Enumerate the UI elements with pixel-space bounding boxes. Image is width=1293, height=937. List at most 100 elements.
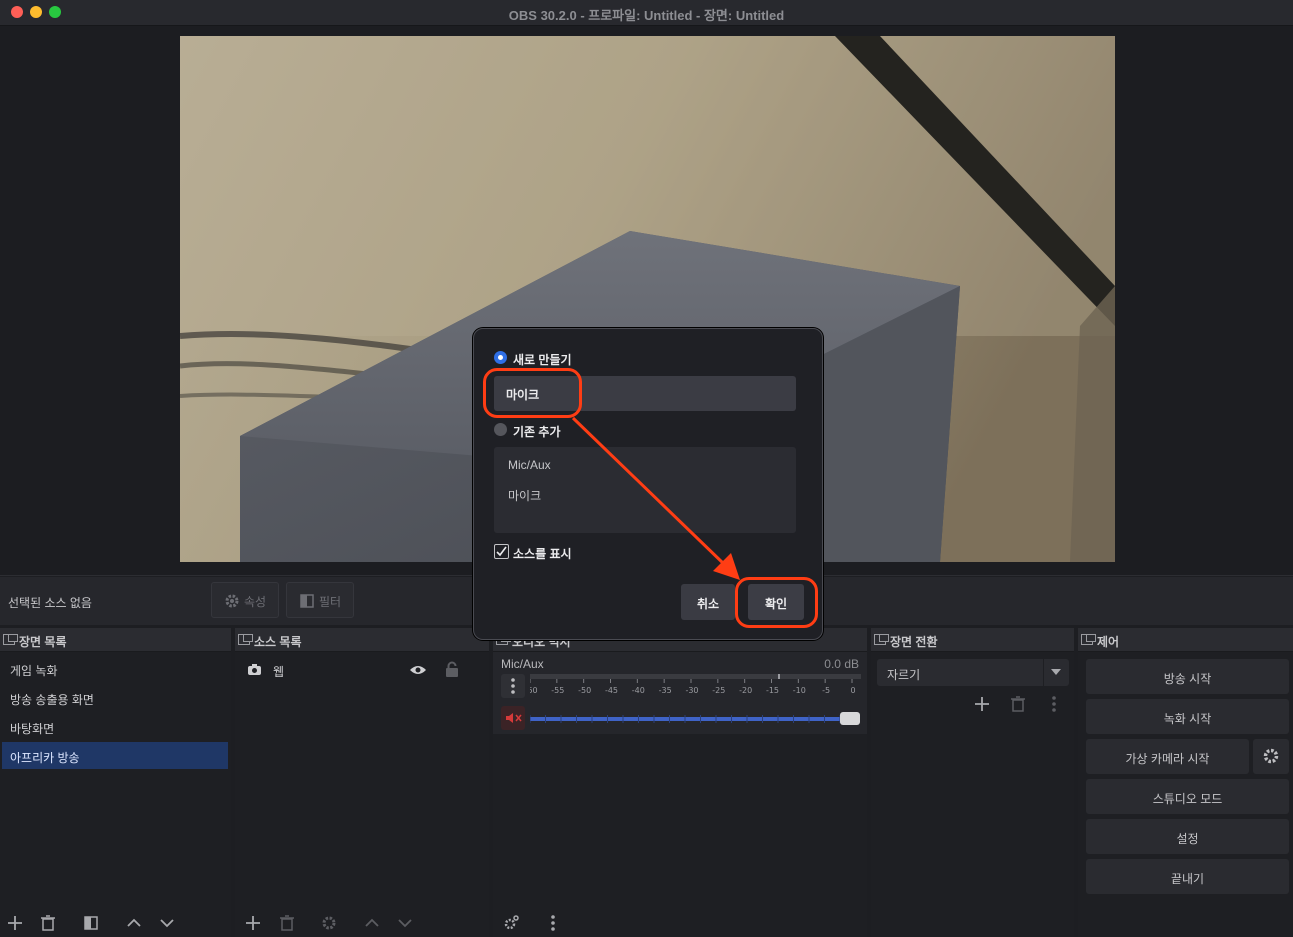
scenes-dock: 장면 목록 게임 녹화 방송 송출용 화면 바탕화면 아프리카 방송 — [0, 628, 231, 937]
title-bar: OBS 30.2.0 - 프로파일: Untitled - 장면: Untitl… — [0, 0, 1293, 26]
meter-tick-label: -35 — [659, 686, 672, 695]
start-streaming-button[interactable]: 방송 시작 — [1086, 659, 1289, 694]
sources-list: 웹 — [235, 652, 489, 937]
meter-tick-label: -5 — [822, 686, 830, 695]
speaker-muted-icon — [506, 713, 522, 723]
lock-icon[interactable] — [445, 661, 459, 677]
volume-slider-ticks — [530, 715, 841, 723]
scene-item[interactable]: 방송 송출용 화면 — [2, 684, 228, 711]
source-item[interactable]: 웹 — [235, 655, 489, 682]
scenes-footer — [0, 907, 231, 937]
cancel-button[interactable]: 취소 — [681, 584, 735, 620]
start-recording-button[interactable]: 녹화 시작 — [1086, 699, 1289, 734]
annotation-highlight-ok — [735, 577, 818, 628]
create-new-label: 새로 만들기 — [513, 353, 572, 367]
mixer-footer — [493, 907, 867, 937]
gear-icon — [504, 915, 519, 930]
mixer-menu-button[interactable] — [543, 913, 563, 933]
volume-slider-handle[interactable] — [840, 712, 860, 725]
controls-dock: 제어 방송 시작 녹화 시작 가상 카메라 시작 스튜디오 모드 설정 끝내기 — [1078, 628, 1293, 937]
meter-tick-label: -20 — [739, 686, 752, 695]
move-source-down-button[interactable] — [395, 913, 415, 933]
move-scene-up-button[interactable] — [124, 913, 144, 933]
dock-icon — [1081, 634, 1096, 645]
mixer-body: Mic/Aux 0.0 dB -60-55-50-45-40-35-30-25-… — [493, 652, 867, 937]
meter-tick-label: 0 — [850, 686, 855, 695]
chevron-down-icon — [398, 919, 412, 928]
trash-icon — [1011, 696, 1025, 712]
trash-icon — [41, 915, 55, 931]
dock-icon — [874, 634, 889, 645]
transition-menu-button[interactable] — [1044, 694, 1064, 714]
settings-button[interactable]: 설정 — [1086, 819, 1289, 854]
visible-checkbox[interactable] — [494, 544, 509, 559]
gear-icon — [1263, 748, 1279, 764]
gear-icon — [322, 916, 336, 930]
eye-icon[interactable] — [409, 664, 427, 676]
transition-select[interactable]: 자르기 — [877, 659, 1069, 686]
remove-scene-button[interactable] — [38, 913, 58, 933]
channel-name: Mic/Aux — [501, 657, 544, 671]
meter-tick-label: -30 — [685, 686, 698, 695]
move-source-up-button[interactable] — [362, 913, 382, 933]
chevron-up-icon — [127, 918, 141, 927]
dock-icon — [238, 634, 253, 645]
audio-mixer-dock: 오디오 믹서 Mic/Aux 0.0 dB -60-55-50-45-40-35… — [493, 628, 867, 937]
remove-transition-button[interactable] — [1008, 694, 1028, 714]
studio-mode-button[interactable]: 스튜디오 모드 — [1086, 779, 1289, 814]
filters-button[interactable]: 필터 — [286, 582, 354, 618]
scene-item-active[interactable]: 아프리카 방송 — [2, 742, 228, 769]
create-new-radio[interactable] — [494, 351, 507, 364]
meter-tick-label: -10 — [793, 686, 806, 695]
sources-dock: 소스 목록 웹 — [235, 628, 489, 937]
mute-button[interactable] — [501, 706, 525, 730]
transitions-body: 자르기 — [871, 652, 1074, 937]
controls-dock-title: 제어 — [1097, 635, 1120, 649]
filter-icon — [84, 916, 98, 930]
add-existing-label: 기존 추가 — [513, 425, 561, 439]
volume-slider[interactable] — [530, 712, 860, 726]
source-label: 웹 — [273, 665, 285, 679]
camera-icon — [248, 664, 261, 675]
trash-icon — [280, 915, 294, 931]
remove-source-button[interactable] — [277, 913, 297, 933]
chevron-down-icon — [1051, 669, 1061, 675]
channel-db: 0.0 dB — [824, 657, 859, 671]
add-transition-button[interactable] — [972, 694, 992, 714]
list-item[interactable]: Mic/Aux — [508, 458, 551, 472]
dock-icon — [3, 634, 18, 645]
transitions-dock: 장면 전환 자르기 — [871, 628, 1074, 937]
scenes-dock-title: 장면 목록 — [19, 635, 67, 649]
scene-item[interactable]: 게임 녹화 — [2, 655, 228, 682]
advanced-audio-button[interactable] — [501, 913, 521, 933]
meter-tick-label: -55 — [551, 686, 564, 695]
meter-tick-label: -60 — [530, 686, 538, 695]
plus-icon — [246, 916, 260, 930]
more-vertical-icon — [551, 915, 555, 931]
transition-select-value: 자르기 — [887, 668, 921, 682]
transitions-dock-header: 장면 전환 — [871, 628, 1074, 652]
scenes-dock-header: 장면 목록 — [0, 628, 231, 652]
source-properties-button[interactable] — [319, 913, 339, 933]
add-scene-button[interactable] — [5, 913, 25, 933]
list-item[interactable]: 마이크 — [508, 487, 541, 504]
meter-tick-label: -15 — [766, 686, 779, 695]
channel-menu-button[interactable] — [501, 674, 525, 698]
chevron-up-icon — [365, 918, 379, 927]
scenes-list: 게임 녹화 방송 송출용 화면 바탕화면 아프리카 방송 — [0, 652, 231, 937]
start-virtual-camera-button[interactable]: 가상 카메라 시작 — [1086, 739, 1249, 774]
virtual-camera-settings-button[interactable] — [1253, 739, 1289, 774]
annotation-highlight-input — [483, 368, 582, 418]
mixer-channel: Mic/Aux 0.0 dB -60-55-50-45-40-35-30-25-… — [493, 652, 867, 734]
meter-tick-label: -45 — [605, 686, 618, 695]
scene-item[interactable]: 바탕화면 — [2, 713, 228, 740]
add-source-button[interactable] — [243, 913, 263, 933]
visible-checkbox-label: 소스를 표시 — [513, 547, 572, 561]
properties-button[interactable]: 속성 — [211, 582, 279, 618]
scene-filters-button[interactable] — [81, 913, 101, 933]
add-existing-radio[interactable] — [494, 423, 507, 436]
plus-icon — [975, 697, 989, 711]
move-scene-down-button[interactable] — [157, 913, 177, 933]
more-vertical-icon — [1052, 696, 1056, 712]
exit-button[interactable]: 끝내기 — [1086, 859, 1289, 894]
